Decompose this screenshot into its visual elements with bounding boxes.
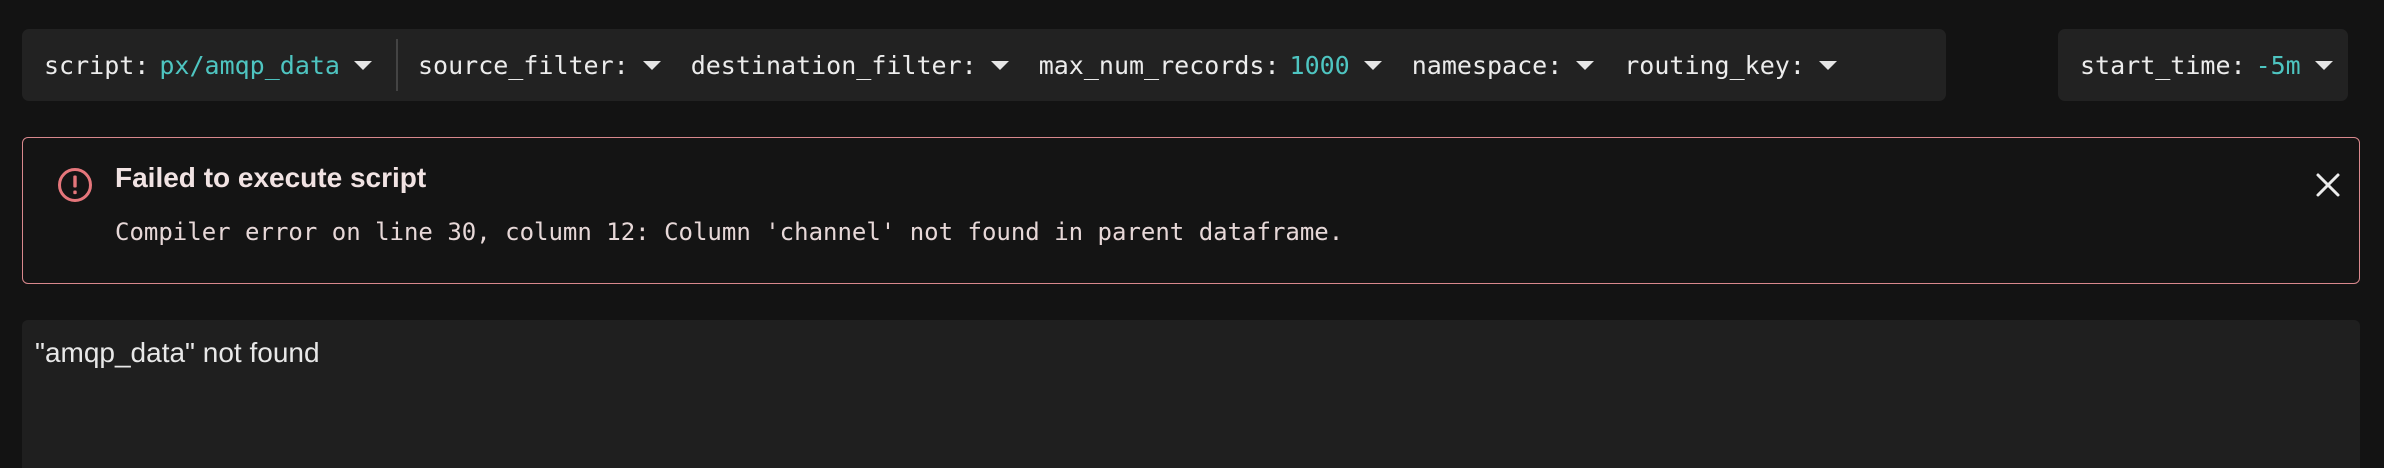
caret-down-icon	[642, 60, 661, 70]
param-namespace[interactable]: namespace:	[1412, 29, 1625, 101]
error-icon	[58, 168, 92, 202]
caret-down-icon	[1818, 60, 1837, 70]
param-source-filter[interactable]: source_filter:	[418, 29, 691, 101]
alert-title: Failed to execute script	[115, 162, 427, 193]
script-params-toolbar: script: px/amqp_data source_filter: dest…	[22, 29, 1946, 101]
error-alert: Failed to execute script Compiler error …	[22, 137, 2360, 284]
close-icon[interactable]	[2311, 168, 2345, 202]
not-found-message: "amqp_data" not found	[35, 337, 320, 368]
caret-down-icon	[1576, 60, 1595, 70]
param-routing-key-label: routing_key:	[1624, 50, 1805, 80]
caret-down-icon	[1363, 60, 1382, 70]
param-script-label: script:	[44, 50, 150, 80]
caret-down-icon	[990, 60, 1009, 70]
param-start-time[interactable]: start_time: -5m	[2058, 29, 2348, 101]
toolbar-divider	[395, 39, 398, 91]
caret-down-icon	[2314, 60, 2333, 70]
alert-message: Compiler error on line 30, column 12: Co…	[115, 218, 1344, 246]
param-source-filter-label: source_filter:	[417, 50, 629, 80]
script-output-panel: "amqp_data" not found	[22, 320, 2360, 468]
caret-down-icon	[353, 60, 372, 70]
param-destination-filter-label: destination_filter:	[690, 50, 977, 80]
param-script-value: px/amqp_data	[159, 50, 340, 80]
param-destination-filter[interactable]: destination_filter:	[691, 29, 1039, 101]
param-namespace-label: namespace:	[1411, 50, 1563, 80]
param-start-time-label: start_time:	[2080, 50, 2246, 80]
param-script[interactable]: script: px/amqp_data	[44, 29, 402, 101]
param-routing-key[interactable]: routing_key:	[1624, 29, 1867, 101]
param-start-time-value: -5m	[2255, 50, 2301, 80]
param-max-num-records-value: 1000	[1289, 50, 1350, 80]
param-max-num-records-label: max_num_records:	[1038, 50, 1280, 80]
param-max-num-records[interactable]: max_num_records: 1000	[1039, 29, 1412, 101]
